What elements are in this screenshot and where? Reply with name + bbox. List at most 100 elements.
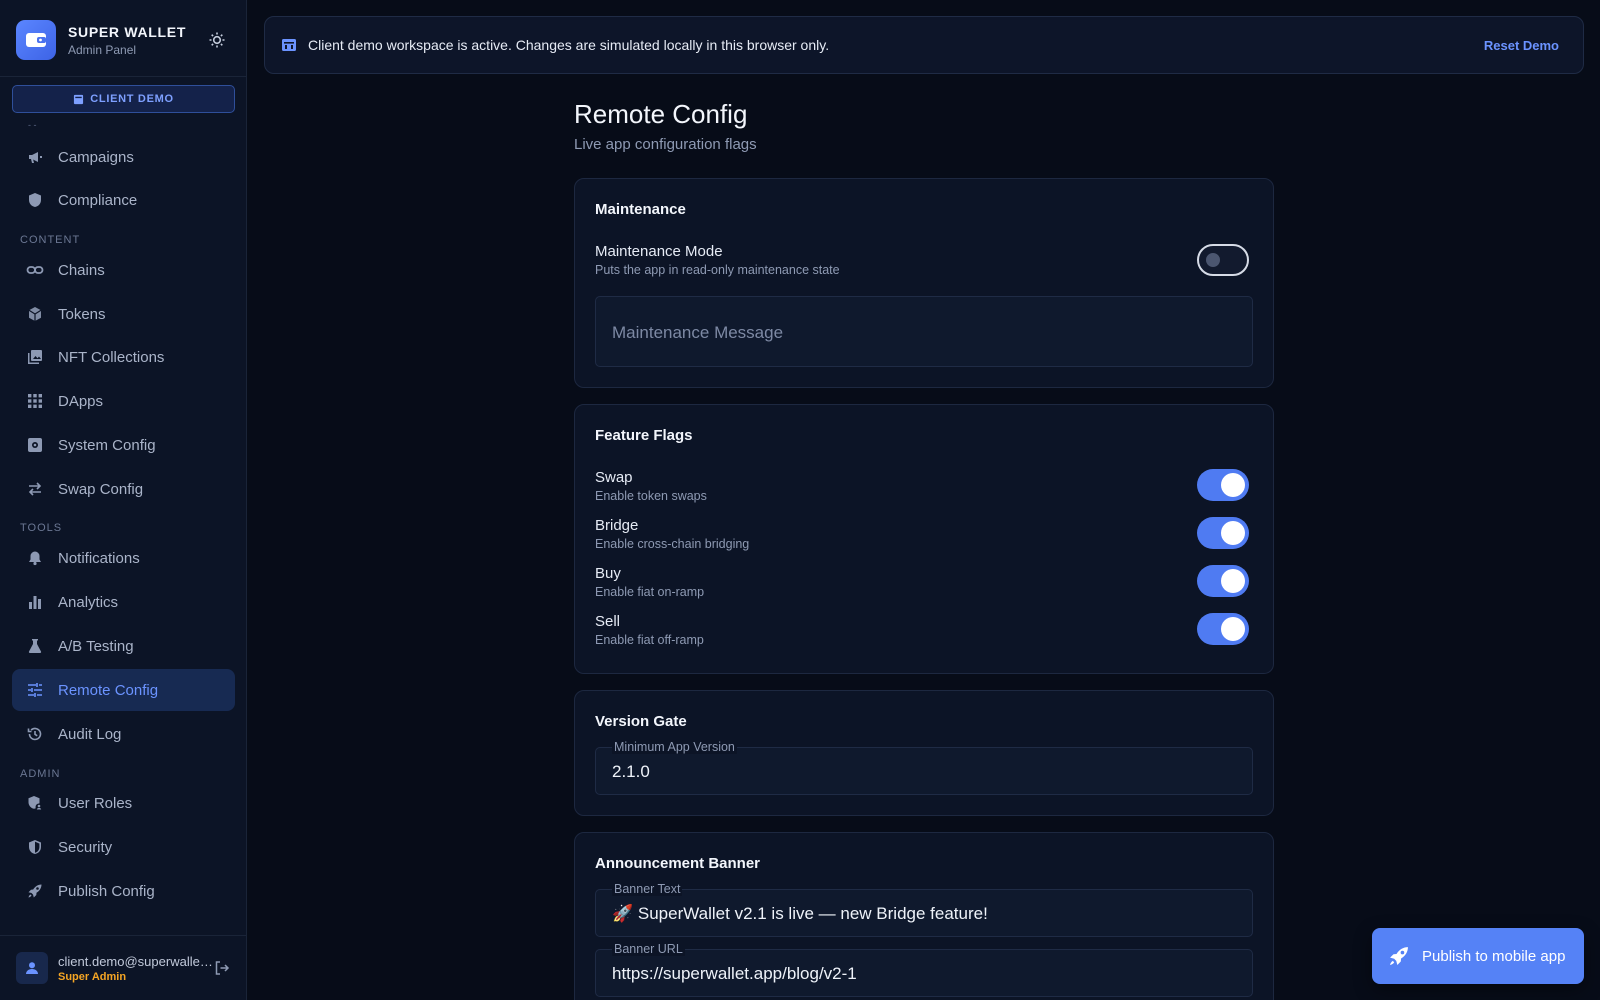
min-app-version-label: Minimum App Version: [612, 740, 737, 754]
wallet-logo-icon: [16, 20, 56, 60]
swap-arrows-icon: [26, 480, 44, 498]
maintenance-mode-label: Maintenance Mode: [595, 243, 723, 260]
theme-toggle-sun-icon[interactable]: [207, 30, 227, 50]
flag-buy-desc: Enable fiat on-ramp: [595, 585, 705, 599]
sidebar-item-user-roles[interactable]: User Roles: [12, 782, 235, 824]
sidebar-item-label: Security: [58, 838, 113, 856]
settings-box-icon: [26, 436, 44, 454]
flag-swap-desc: Enable token swaps: [595, 489, 707, 503]
version-gate-card: Version Gate Minimum App Version 2.1.0: [574, 690, 1274, 816]
brand: SUPER WALLET Admin Panel: [16, 20, 231, 60]
publish-to-mobile-label: Publish to mobile app: [1422, 947, 1566, 965]
maintenance-mode-desc: Puts the app in read-only maintenance st…: [595, 263, 840, 277]
security-shield-icon: [26, 838, 44, 856]
logout-icon[interactable]: [212, 958, 232, 978]
sidebar-item-label: Analytics: [58, 593, 119, 611]
divider: [0, 935, 246, 936]
min-app-version-input[interactable]: Minimum App Version 2.1.0: [595, 740, 1253, 795]
sidebar-item-system-config[interactable]: System Config: [12, 424, 235, 466]
sidebar-item-swap-config[interactable]: Swap Config: [12, 468, 235, 510]
flag-buy-label: Buy: [595, 565, 621, 582]
sidebar-item-security[interactable]: Security: [12, 826, 235, 868]
sidebar-item-label: Notifications: [58, 549, 140, 567]
cube-icon: [26, 305, 44, 323]
banner-url-input[interactable]: Banner URL https://superwallet.app/blog/…: [595, 942, 1253, 997]
sidebar-item-campaigns[interactable]: Campaigns: [12, 136, 235, 178]
sidebar-nav[interactable]: - - Campaigns Compliance CONTENT Chains …: [0, 118, 246, 934]
sidebar-item-analytics[interactable]: Analytics: [12, 581, 235, 623]
sidebar-item-compliance[interactable]: Compliance: [12, 179, 235, 221]
avatar[interactable]: [16, 952, 48, 984]
sidebar-item-label: Remote Config: [58, 681, 159, 699]
sidebar-item-tokens[interactable]: Tokens: [12, 293, 235, 335]
page-subtitle: Live app configuration flags: [574, 136, 757, 153]
sidebar-item-ab-testing[interactable]: A/B Testing: [12, 625, 235, 667]
feature-flags-card: Feature Flags Swap Enable token swaps Br…: [574, 404, 1274, 674]
client-demo-pill[interactable]: CLIENT DEMO: [12, 85, 235, 113]
sidebar-item-label: Swap Config: [58, 480, 144, 498]
shield-icon: [26, 191, 44, 209]
client-demo-label: CLIENT DEMO: [90, 93, 174, 105]
maintenance-card: Maintenance Maintenance Mode Puts the ap…: [574, 178, 1274, 388]
switch-knob: [1221, 617, 1245, 641]
sidebar-item-label: Publish Config: [58, 882, 155, 900]
bell-icon: [26, 549, 44, 567]
bar-chart-icon: [26, 593, 44, 611]
section-label-content: CONTENT: [20, 234, 81, 246]
brand-title: SUPER WALLET: [68, 24, 187, 40]
announcement-banner-card: Announcement Banner Banner Text 🚀 SuperW…: [574, 832, 1274, 1000]
divider: [0, 76, 246, 77]
flag-swap-label: Swap: [595, 469, 633, 486]
sidebar-item-chains[interactable]: Chains: [12, 249, 235, 291]
card-title: Version Gate: [595, 713, 687, 730]
nav-scroll-fade: - -: [28, 120, 37, 130]
banner-text-input[interactable]: Banner Text 🚀 SuperWallet v2.1 is live —…: [595, 882, 1253, 937]
sidebar-item-remote-config[interactable]: Remote Config: [12, 669, 235, 711]
sidebar-item-audit-log[interactable]: Audit Log: [12, 713, 235, 755]
flag-swap-switch[interactable]: [1197, 469, 1249, 501]
sidebar-item-label: Compliance: [58, 191, 138, 209]
flag-bridge-switch[interactable]: [1197, 517, 1249, 549]
storefront-icon: [281, 37, 297, 53]
sidebar-item-label: NFT Collections: [58, 348, 165, 366]
maintenance-message-input[interactable]: Maintenance Message: [595, 296, 1253, 367]
publish-to-mobile-button[interactable]: Publish to mobile app: [1372, 928, 1584, 984]
flag-sell-label: Sell: [595, 613, 621, 630]
section-label-tools: TOOLS: [20, 522, 63, 534]
reset-demo-button[interactable]: Reset Demo: [1484, 38, 1559, 53]
switch-knob: [1221, 473, 1245, 497]
card-title: Maintenance: [595, 201, 686, 218]
flag-bridge-label: Bridge: [595, 517, 639, 534]
card-title: Feature Flags: [595, 427, 693, 444]
brand-subtitle: Admin Panel: [68, 43, 137, 57]
page-title: Remote Config: [574, 99, 748, 129]
flask-icon: [26, 637, 44, 655]
sidebar-item-notifications[interactable]: Notifications: [12, 537, 235, 579]
sidebar-item-label: Tokens: [58, 305, 106, 323]
min-app-version-value: 2.1.0: [612, 762, 650, 781]
sidebar-item-label: User Roles: [58, 794, 133, 812]
flag-buy-switch[interactable]: [1197, 565, 1249, 597]
storefront-icon: [74, 94, 84, 104]
grid-icon: [26, 392, 44, 410]
maintenance-mode-switch[interactable]: [1197, 244, 1249, 276]
link-icon: [26, 261, 44, 279]
maintenance-message-placeholder: Maintenance Message: [612, 323, 784, 342]
flag-sell-switch[interactable]: [1197, 613, 1249, 645]
sidebar-item-nft-collections[interactable]: NFT Collections: [12, 336, 235, 378]
banner-text-value: 🚀 SuperWallet v2.1 is live — new Bridge …: [612, 904, 988, 923]
sidebar-item-dapps[interactable]: DApps: [12, 380, 235, 422]
switch-knob: [1221, 521, 1245, 545]
sidebar-item-label: A/B Testing: [58, 637, 134, 655]
sidebar-item-label: DApps: [58, 392, 104, 410]
sidebar-item-label: Chains: [58, 261, 105, 279]
rocket-icon: [26, 882, 44, 900]
card-title: Announcement Banner: [595, 855, 761, 872]
sidebar-item-publish-config[interactable]: Publish Config: [12, 870, 235, 912]
rocket-icon: [1390, 947, 1408, 965]
user-icon: [26, 962, 38, 974]
sidebar-item-label: Campaigns: [58, 148, 134, 166]
flag-sell-desc: Enable fiat off-ramp: [595, 633, 704, 647]
user-role: Super Admin: [58, 971, 127, 983]
sidebar-item-label: Audit Log: [58, 725, 122, 743]
